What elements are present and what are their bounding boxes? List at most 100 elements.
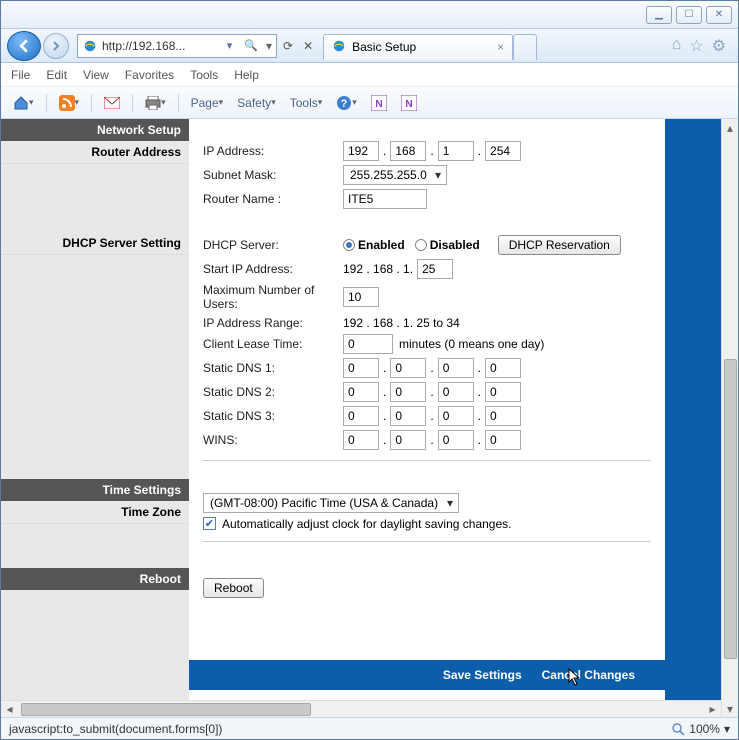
dns1-a[interactable] — [343, 358, 379, 378]
right-blue-stripe — [665, 119, 721, 700]
dhcp-reservation-button[interactable]: DHCP Reservation — [498, 235, 621, 255]
menu-favorites[interactable]: Favorites — [125, 68, 174, 82]
radio-enabled-dot — [343, 239, 355, 251]
content-area: Network Setup Router Address DHCP Server… — [1, 119, 738, 717]
cursor-icon — [568, 668, 584, 688]
home-chrome-icon[interactable]: ⌂ — [672, 36, 682, 56]
new-tab-button[interactable] — [513, 34, 537, 60]
router-name-input[interactable] — [343, 189, 427, 209]
row-wins: WINS: . . . — [203, 430, 651, 450]
row-dns2: Static DNS 2: . . . — [203, 382, 651, 402]
back-button[interactable] — [7, 31, 41, 61]
daylight-checkbox[interactable]: ✔ — [203, 517, 216, 530]
print-tb-icon[interactable] — [141, 94, 170, 112]
mail-tb-icon[interactable] — [100, 95, 124, 111]
menu-tools[interactable]: Tools — [190, 68, 218, 82]
nav-bar: http://192.168... ▾ 🔍 ▾ ⟳ ✕ Basic Setup … — [1, 29, 738, 63]
wins-c[interactable] — [438, 430, 474, 450]
stop-button[interactable]: ✕ — [299, 39, 317, 53]
zoom-dropdown-icon[interactable]: ▾ — [724, 722, 730, 736]
router-page: Network Setup Router Address DHCP Server… — [1, 119, 721, 700]
row-start-ip: Start IP Address: 192 . 168 . 1. — [203, 259, 651, 279]
scroll-right-icon[interactable]: ▸ — [704, 701, 721, 717]
scroll-thumb-h[interactable] — [21, 703, 311, 716]
label-start-ip: Start IP Address: — [203, 262, 343, 276]
dns1-d[interactable] — [485, 358, 521, 378]
dns1-b[interactable] — [390, 358, 426, 378]
separator — [178, 94, 179, 112]
row-max-users: Maximum Number of Users: — [203, 283, 651, 312]
safety-menu[interactable]: Safety — [233, 94, 280, 112]
save-settings-button[interactable]: Save Settings — [443, 668, 522, 682]
radio-enabled[interactable]: Enabled — [343, 238, 405, 252]
tab-basic-setup[interactable]: Basic Setup × — [323, 34, 513, 60]
menu-help[interactable]: Help — [234, 68, 259, 82]
forward-button[interactable] — [43, 33, 69, 59]
scroll-left-icon[interactable]: ◂ — [1, 701, 18, 717]
dns2-a[interactable] — [343, 382, 379, 402]
ip-octet-1[interactable] — [343, 141, 379, 161]
subnet-mask-select[interactable]: 255.255.255.0 — [343, 165, 447, 185]
help-tb-icon[interactable]: ? — [332, 93, 361, 113]
tab-title: Basic Setup — [352, 40, 416, 54]
dns3-d[interactable] — [485, 406, 521, 426]
section-reboot: Reboot — [1, 568, 189, 590]
timezone-select[interactable]: (GMT-08:00) Pacific Time (USA & Canada) — [203, 493, 459, 513]
vertical-scrollbar[interactable]: ▴ ▾ — [721, 119, 738, 717]
tools-chrome-icon[interactable]: ⚙ — [712, 36, 726, 56]
tab-close-icon[interactable]: × — [497, 40, 504, 54]
address-bar[interactable]: http://192.168... ▾ 🔍 ▾ — [77, 34, 277, 58]
wins-d[interactable] — [485, 430, 521, 450]
scroll-up-icon[interactable]: ▴ — [722, 119, 738, 136]
ip-octet-2[interactable] — [390, 141, 426, 161]
label-subnet-mask: Subnet Mask: — [203, 168, 343, 182]
feeds-tb-icon[interactable] — [55, 93, 84, 113]
start-ip-last[interactable] — [417, 259, 453, 279]
menu-view[interactable]: View — [83, 68, 109, 82]
lease-time-input[interactable] — [343, 334, 393, 354]
dns3-a[interactable] — [343, 406, 379, 426]
dns3-c[interactable] — [438, 406, 474, 426]
onenote2-tb-icon[interactable]: N — [397, 93, 421, 113]
dns2-b[interactable] — [390, 382, 426, 402]
max-users-input[interactable] — [343, 287, 379, 307]
separator — [132, 94, 133, 112]
zoom-control[interactable]: 100% ▾ — [671, 722, 730, 736]
refresh-button[interactable]: ⟳ — [279, 39, 297, 53]
scroll-down-icon[interactable]: ▾ — [722, 700, 738, 717]
horizontal-scrollbar[interactable]: ◂ ▸ — [1, 700, 721, 717]
dns3-b[interactable] — [390, 406, 426, 426]
scroll-thumb-v[interactable] — [724, 359, 737, 659]
dns2-d[interactable] — [485, 382, 521, 402]
maximize-button[interactable]: ☐ — [676, 6, 702, 24]
address-dropdown-icon[interactable]: ▾ — [223, 39, 237, 52]
search-icon[interactable]: 🔍 — [240, 39, 262, 52]
favorites-chrome-icon[interactable]: ☆ — [689, 36, 703, 56]
onenote-tb-icon[interactable]: N — [367, 93, 391, 113]
ip-octet-4[interactable] — [485, 141, 521, 161]
dns2-c[interactable] — [438, 382, 474, 402]
minimize-button[interactable]: ▁ — [646, 6, 672, 24]
ip-octet-3[interactable] — [438, 141, 474, 161]
svg-text:N: N — [405, 99, 412, 110]
home-tb-icon[interactable] — [9, 93, 38, 113]
dns1-c[interactable] — [438, 358, 474, 378]
cancel-changes-button[interactable]: Cancel Changes — [542, 668, 635, 682]
tools-menu[interactable]: Tools — [286, 94, 327, 112]
section-router-address: Router Address — [1, 141, 189, 164]
menu-edit[interactable]: Edit — [46, 68, 67, 82]
wins-b[interactable] — [390, 430, 426, 450]
radio-disabled[interactable]: Disabled — [415, 238, 480, 252]
ie-icon — [82, 38, 98, 54]
section-time-zone: Time Zone — [1, 501, 189, 524]
page-menu[interactable]: Page — [187, 94, 228, 112]
tab-favicon-icon — [332, 39, 346, 56]
menu-file[interactable]: File — [11, 68, 30, 82]
wins-a[interactable] — [343, 430, 379, 450]
label-dns1: Static DNS 1: — [203, 361, 343, 375]
close-window-button[interactable]: ✕ — [706, 6, 732, 24]
reboot-button[interactable]: Reboot — [203, 578, 264, 598]
address-text[interactable]: http://192.168... — [102, 39, 219, 53]
zoom-value: 100% — [689, 722, 720, 736]
section-network-setup: Network Setup — [1, 119, 189, 141]
